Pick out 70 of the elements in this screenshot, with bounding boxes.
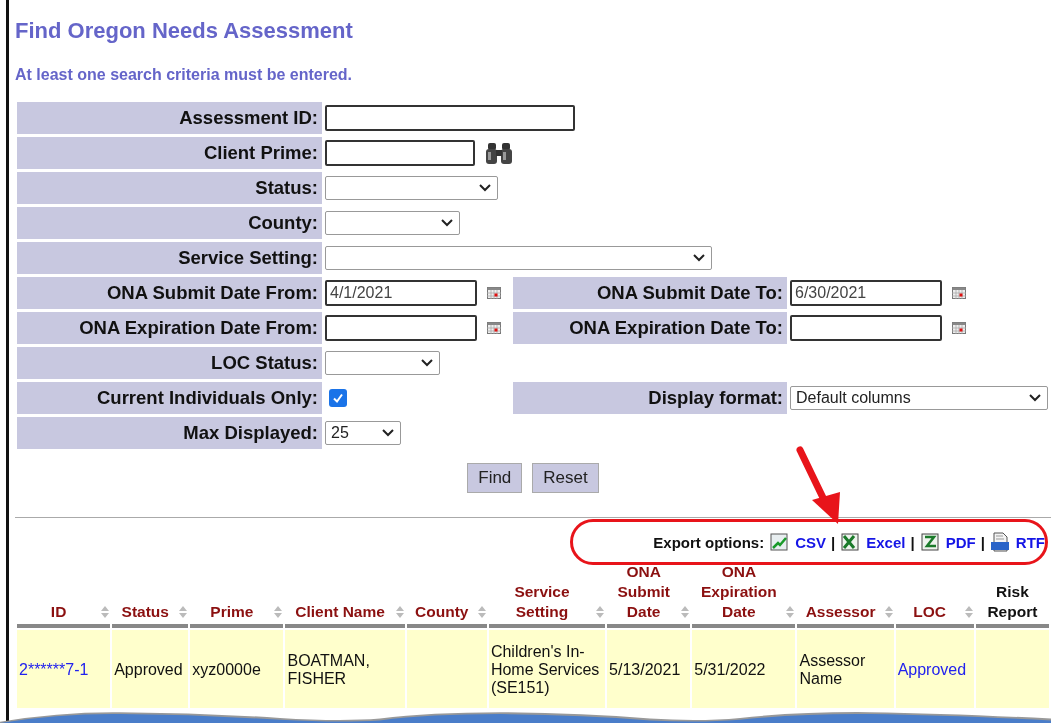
document-icon xyxy=(989,532,1010,552)
export-link[interactable]: Excel xyxy=(840,532,906,552)
input-field[interactable] xyxy=(325,105,575,131)
chevron-down-icon[interactable] xyxy=(421,359,433,367)
date-field[interactable]: 6/30/2021 xyxy=(790,280,942,306)
field-label: Service Setting: xyxy=(17,242,322,274)
date-field[interactable] xyxy=(790,315,942,341)
separator-text: | xyxy=(831,533,836,551)
field-label: Display format: xyxy=(513,382,787,414)
chevron-down-icon[interactable] xyxy=(693,254,705,262)
field-label: Status: xyxy=(17,172,322,204)
column-header: Risk Report xyxy=(986,582,1039,622)
calendar-icon[interactable] xyxy=(952,287,966,299)
checkbox[interactable] xyxy=(329,389,347,407)
form-button[interactable]: Reset xyxy=(532,463,599,493)
field-label: ONA Expiration Date From: xyxy=(17,312,322,344)
field-label: LOC Status: xyxy=(17,347,322,379)
column-header[interactable]: ONA Submit Date xyxy=(607,562,681,622)
export-link[interactable]: PDF xyxy=(919,532,976,552)
column-header[interactable]: Status xyxy=(112,602,179,622)
dropdown[interactable]: 25 xyxy=(325,421,401,445)
page-title: Find Oregon Needs Assessment xyxy=(15,18,354,44)
chevron-down-icon[interactable] xyxy=(382,429,394,437)
column-header[interactable]: Assessor xyxy=(797,602,884,622)
column-header[interactable]: Client Name xyxy=(285,602,395,622)
column-header[interactable]: ID xyxy=(17,602,101,622)
separator-text: | xyxy=(980,533,985,551)
export-label: Export options: xyxy=(653,533,765,551)
dropdown[interactable]: Default columns xyxy=(790,386,1048,410)
export-link[interactable]: CSV xyxy=(769,532,826,552)
table-cell: BOATMAN, FISHER xyxy=(287,652,370,687)
table-cell: 5/31/2022 xyxy=(694,661,766,678)
table-cell: Children's In-Home Services (SE151) xyxy=(490,643,600,696)
column-header[interactable]: ONA Expiration Date xyxy=(692,562,786,622)
spreadsheet-icon xyxy=(840,532,861,552)
chevron-down-icon[interactable] xyxy=(441,219,453,227)
field-label: Max Displayed: xyxy=(17,417,322,449)
field-label: Current Individuals Only: xyxy=(17,382,322,414)
binoculars-icon[interactable] xyxy=(485,141,513,165)
chevron-down-icon[interactable] xyxy=(479,184,491,192)
field-label: County: xyxy=(17,207,322,239)
calendar-icon[interactable] xyxy=(487,322,501,334)
column-header[interactable]: County xyxy=(406,602,477,622)
field-label: Client Prime: xyxy=(17,137,322,169)
column-header[interactable]: Service Setting xyxy=(488,582,596,622)
date-field[interactable]: 4/1/2021 xyxy=(325,280,477,306)
export-link[interactable]: RTF xyxy=(989,532,1045,552)
separator-text: | xyxy=(910,533,915,551)
document-icon xyxy=(919,532,940,552)
field-label: ONA Submit Date To: xyxy=(513,277,787,309)
instruction-text: At least one search criteria must be entered. xyxy=(15,66,353,84)
table-link[interactable]: Approved xyxy=(897,661,967,678)
table-link[interactable]: 2******7-1 xyxy=(19,661,89,678)
column-header[interactable]: LOC xyxy=(895,602,964,622)
chart-file-icon xyxy=(769,532,790,552)
table-cell: Assessor Name xyxy=(799,652,866,687)
calendar-icon[interactable] xyxy=(487,287,501,299)
chevron-down-icon[interactable] xyxy=(1029,394,1041,402)
table-cell: Approved xyxy=(114,661,183,678)
table-cell: xyz0000e xyxy=(192,661,261,678)
field-label: ONA Expiration Date To: xyxy=(513,312,787,344)
input-field[interactable] xyxy=(325,140,475,166)
table-cell: 5/13/2021 xyxy=(609,661,681,678)
field-label: Assessment ID: xyxy=(17,102,322,134)
form-button[interactable]: Find xyxy=(467,463,523,493)
checkmark-icon xyxy=(332,392,344,404)
column-header[interactable]: Prime xyxy=(190,602,274,622)
calendar-icon[interactable] xyxy=(952,322,966,334)
field-label: ONA Submit Date From: xyxy=(17,277,322,309)
date-field[interactable] xyxy=(325,315,477,341)
